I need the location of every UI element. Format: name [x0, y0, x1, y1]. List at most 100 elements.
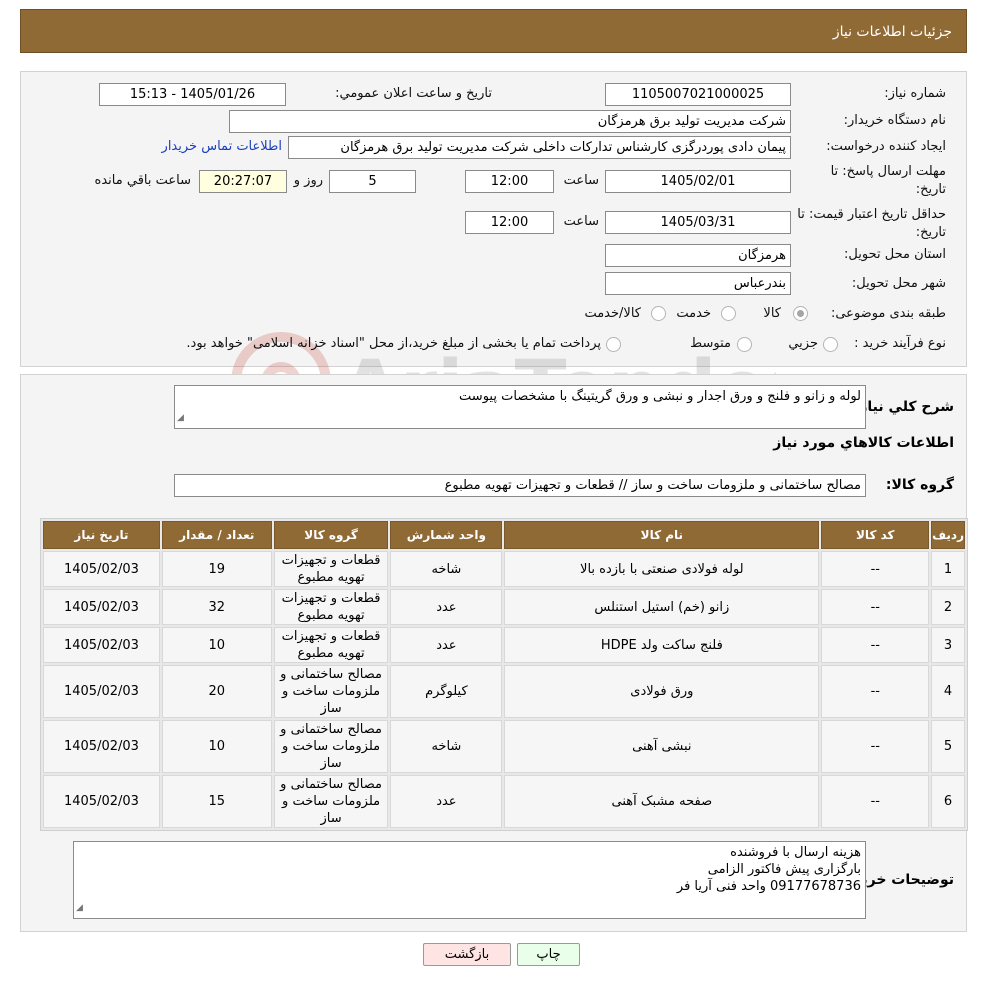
cell-name: فلنج ساکت ولد HDPE [504, 627, 820, 663]
goods-group-field: مصالح ساختمانی و ملزومات ساخت و ساز // ق… [174, 474, 866, 497]
cell-row: 5 [931, 720, 965, 773]
cell-row: 6 [931, 775, 965, 828]
cell-name: نبشی آهنی [504, 720, 820, 773]
cell-quantity: 32 [161, 589, 272, 625]
col-row: رديف [931, 521, 965, 549]
col-group: گروه کالا [273, 521, 389, 549]
cell-code: -- [821, 589, 930, 625]
description-text: لوله و زانو و فلنج و ورق اجدار و نبشی و … [459, 389, 861, 404]
table-row: 3 -- فلنج ساکت ولد HDPE عدد قطعات و تجهی… [43, 627, 965, 663]
col-date: تاریخ نیاز [43, 521, 160, 549]
resize-grip-icon[interactable]: ◢ [76, 900, 83, 917]
cell-unit: شاخه [390, 720, 503, 773]
deadline-date-field: 1405/02/01 [605, 170, 791, 193]
validity-time-label: ساعت [563, 214, 599, 229]
cell-row: 1 [931, 551, 965, 587]
validity-label-date: تاریخ: [915, 225, 946, 240]
table-row: 4 -- ورق فولادی کیلوگرم مصالح ساختمانی و… [43, 665, 965, 718]
announce-label: تاریخ و ساعت اعلان عمومي: [335, 86, 492, 101]
process-checkbox-treasury[interactable] [606, 337, 621, 352]
table-row: 1 -- لوله فولادی صنعتی با بازده بالا شاخ… [43, 551, 965, 587]
table-row: 6 -- صفحه مشبک آهنی عدد مصالح ساختمانی و… [43, 775, 965, 828]
province-field: هرمزگان [605, 244, 791, 267]
requester-field: پیمان دادی پوردرگزی کارشناس تدارکات داخل… [288, 136, 791, 159]
cell-code: -- [821, 775, 930, 828]
buyer-contact-link[interactable]: اطلاعات تماس خریدار [162, 139, 282, 154]
category-radio-service[interactable] [721, 306, 736, 321]
buyer-notes-line-3: 09177678736 واحد فنی آریا فر [676, 879, 861, 894]
cell-date: 1405/02/03 [43, 551, 160, 587]
cell-quantity: 19 [161, 551, 272, 587]
goods-group-label: گروه كالا: [885, 477, 954, 493]
cell-quantity: 10 [161, 720, 272, 773]
description-textarea[interactable]: لوله و زانو و فلنج و ورق اجدار و نبشی و … [174, 385, 866, 429]
validity-time-field: 12:00 [465, 211, 554, 234]
cell-unit: عدد [390, 775, 503, 828]
cell-group: قطعات و تجهیزات تهویه مطبوع [273, 627, 389, 663]
cell-quantity: 20 [161, 665, 272, 718]
print-button[interactable]: چاپ [517, 943, 580, 966]
validity-date-field: 1405/03/31 [605, 211, 791, 234]
cell-group: مصالح ساختمانی و ملزومات ساخت و ساز [273, 665, 389, 718]
cell-name: ورق فولادی [504, 665, 820, 718]
category-option-service: خدمت [676, 306, 711, 321]
remaining-time-field: 20:27:07 [199, 170, 287, 193]
cell-date: 1405/02/03 [43, 720, 160, 773]
buyer-notes-textarea[interactable]: هزینه ارسال با فروشنده بارگزاری پیش فاکت… [73, 841, 866, 919]
process-option-minor: جزيي [788, 336, 818, 351]
description-label: شرح كلي نياز: [853, 399, 954, 415]
process-option-medium: متوسط [690, 336, 731, 351]
cell-code: -- [821, 551, 930, 587]
cell-group: مصالح ساختمانی و ملزومات ساخت و ساز [273, 720, 389, 773]
goods-table-header: رديف کد کالا نام کالا واحد شمارش گروه کا… [43, 521, 965, 549]
deadline-time-field: 12:00 [465, 170, 554, 193]
category-option-goods-service: کالا/خدمت [584, 306, 641, 321]
category-label: طبقه بندی موضوعی: [830, 306, 946, 321]
col-unit: واحد شمارش [390, 521, 503, 549]
process-radio-medium[interactable] [737, 337, 752, 352]
buyer-org-field: شرکت مدیریت تولید برق هرمزگان [229, 110, 791, 133]
page-title: جزئیات اطلاعات نیاز [832, 24, 952, 40]
days-label: روز و [293, 173, 323, 188]
goods-table: رديف کد کالا نام کالا واحد شمارش گروه کا… [40, 518, 968, 831]
cell-code: -- [821, 627, 930, 663]
need-info-panel: AriaTender.neT شماره نیاز: 1105007021000… [20, 71, 967, 432]
back-button[interactable]: بازگشت [423, 943, 511, 966]
need-number-label: شماره نیاز: [884, 86, 946, 101]
page-header: جزئیات اطلاعات نیاز [20, 9, 967, 53]
days-field: 5 [329, 170, 416, 193]
cell-row: 2 [931, 589, 965, 625]
buyer-notes-line-2: بارگزاری پیش فاکتور الزامی [707, 862, 861, 877]
cell-unit: کیلوگرم [390, 665, 503, 718]
province-label: استان محل تحویل: [844, 247, 946, 262]
buyer-notes-line-1: هزینه ارسال با فروشنده [730, 845, 861, 860]
deadline-label-date: تاریخ: [915, 182, 946, 197]
goods-info-title: اطلاعات كالاهاي مورد نياز [773, 435, 954, 451]
process-label: نوع فرآیند خرید : [854, 336, 946, 351]
cell-group: مصالح ساختمانی و ملزومات ساخت و ساز [273, 775, 389, 828]
category-option-goods: کالا [763, 306, 781, 321]
category-radio-goods[interactable] [793, 306, 808, 321]
cell-date: 1405/02/03 [43, 665, 160, 718]
cell-group: قطعات و تجهیزات تهویه مطبوع [273, 551, 389, 587]
cell-date: 1405/02/03 [43, 627, 160, 663]
city-field: بندرعباس [605, 272, 791, 295]
cell-group: قطعات و تجهیزات تهویه مطبوع [273, 589, 389, 625]
cell-code: -- [821, 720, 930, 773]
city-label: شهر محل تحویل: [851, 276, 946, 291]
cell-quantity: 15 [161, 775, 272, 828]
cell-quantity: 10 [161, 627, 272, 663]
process-radio-minor[interactable] [823, 337, 838, 352]
cell-unit: عدد [390, 627, 503, 663]
goods-details-panel: شرح كلي نياز: لوله و زانو و فلنج و ورق ا… [20, 374, 968, 932]
buyer-org-label: نام دستگاه خریدار: [843, 113, 946, 128]
cell-name: لوله فولادی صنعتی با بازده بالا [504, 551, 820, 587]
deadline-time-label: ساعت [563, 173, 599, 188]
col-quantity: تعداد / مقدار [161, 521, 272, 549]
resize-grip-icon[interactable]: ◢ [177, 410, 184, 427]
deadline-label: مهلت ارسال پاسخ: تا [830, 164, 946, 179]
category-radio-goods-service[interactable] [651, 306, 666, 321]
process-note: پرداخت تمام یا بخشی از مبلغ خرید،از محل … [186, 336, 601, 351]
validity-label: حداقل تاریخ اعتبار قیمت: تا [797, 207, 946, 222]
cell-code: -- [821, 665, 930, 718]
